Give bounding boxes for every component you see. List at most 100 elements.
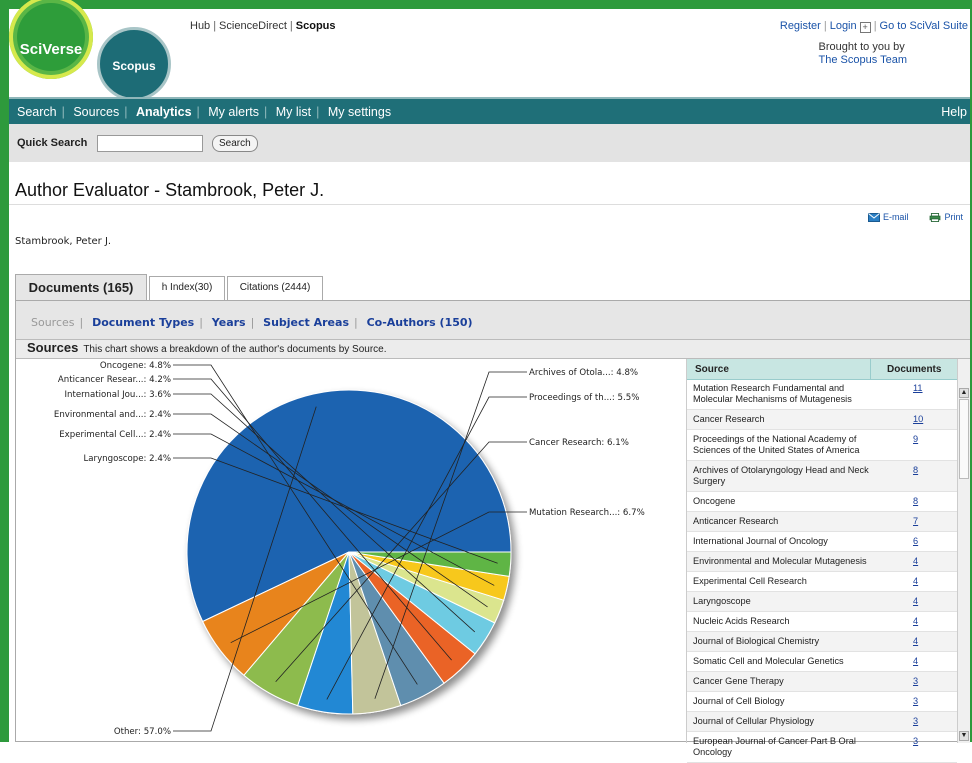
sub-nav: Sources | Document Types | Years | Subject … [16, 301, 970, 339]
page-title: Author Evaluator - Stambrook, Peter J. [15, 180, 325, 200]
slice-label: Laryngoscope: 2.4% [84, 454, 172, 464]
table-row: Somatic Cell and Molecular Genetics 4 [687, 652, 957, 672]
row-doc-count-link[interactable]: 4 [913, 576, 918, 586]
nav-help[interactable]: Help [941, 105, 967, 119]
row-doc-count-link[interactable]: 4 [913, 616, 918, 626]
row-doc-count-link[interactable]: 8 [913, 496, 918, 506]
subnav-co-authors[interactable]: Co-Authors (150) [367, 316, 473, 329]
row-source: Anticancer Research [693, 516, 779, 526]
row-source: Oncogene [693, 496, 736, 506]
register-link[interactable]: Register [780, 20, 821, 32]
row-doc-count-link[interactable]: 4 [913, 636, 918, 646]
source-table-header: Source Documents [687, 359, 957, 380]
slice-label: Environmental and...: 2.4% [54, 410, 171, 420]
row-doc-count-link[interactable]: 11 [913, 383, 923, 393]
subnav-document-types[interactable]: Document Types [92, 316, 194, 329]
row-doc-count-link[interactable]: 4 [913, 596, 918, 606]
scroll-up-icon[interactable]: ▲ [959, 388, 969, 398]
scopus-link[interactable]: Scopus [296, 20, 336, 32]
sciencedirect-link[interactable]: ScienceDirect [219, 20, 287, 32]
slice-label: Oncogene: 4.8% [100, 361, 171, 371]
table-row: Laryngoscope 4 [687, 592, 957, 612]
slice-label: Archives of Otola...: 4.8% [529, 368, 638, 378]
author-name: Stambrook, Peter J. [15, 236, 112, 247]
scroll-down-icon[interactable]: ▼ [959, 731, 969, 741]
table-row: Journal of Cell Biology 3 [687, 692, 957, 712]
row-doc-count-link[interactable]: 3 [913, 736, 918, 746]
scroll-thumb[interactable] [959, 399, 969, 479]
sciverse-logo[interactable] [9, 0, 93, 79]
nav-my-list[interactable]: My list [276, 105, 311, 119]
header: SciVerse Scopus Hub | ScienceDirect | Scopus… [9, 0, 970, 101]
source-table: Source Documents Mutation Research Funda… [686, 359, 971, 763]
row-source: Somatic Cell and Molecular Genetics [693, 656, 844, 666]
nav-search[interactable]: Search [17, 105, 57, 119]
tab-citations[interactable]: Citations (2444) [227, 276, 323, 300]
table-row: Archives of Otolaryngology Head and Neck… [687, 461, 957, 492]
print-action[interactable]: Print [929, 212, 963, 223]
table-row: Experimental Cell Research 4 [687, 572, 957, 592]
row-source: Environmental and Molecular Mutagenesis [693, 556, 867, 566]
row-doc-count-link[interactable]: 7 [913, 516, 918, 526]
email-icon [867, 213, 880, 223]
quick-search-input[interactable] [97, 135, 203, 152]
table-row: Mutation Research Fundamental and Molecu… [687, 379, 957, 410]
plus-box-icon[interactable]: + [859, 22, 871, 33]
section-description: This chart shows a breakdown of the auth… [83, 344, 387, 355]
row-doc-count-link[interactable]: 4 [913, 556, 918, 566]
table-row: Cancer Gene Therapy 3 [687, 672, 957, 692]
email-action[interactable]: E-mail [867, 212, 911, 223]
hub-link[interactable]: Hub [190, 20, 210, 32]
table-scrollbar[interactable]: ▲ ▼ [957, 359, 970, 743]
tab-h-index[interactable]: h Index(30) [149, 276, 225, 300]
row-source: Laryngoscope [693, 596, 751, 606]
title-divider [9, 204, 970, 205]
nav-sources[interactable]: Sources [73, 105, 119, 119]
quick-search-button[interactable]: Search [212, 135, 258, 152]
table-row: Proceedings of the National Academy of S… [687, 430, 957, 461]
row-source: Cancer Gene Therapy [693, 676, 784, 686]
table-row: Anticancer Research 7 [687, 512, 957, 532]
col-documents[interactable]: Documents [887, 364, 941, 375]
pie-slices [186, 389, 512, 715]
subnav-sources: Sources [31, 316, 75, 329]
row-doc-count-link[interactable]: 10 [913, 414, 923, 424]
table-row: Journal of Cellular Physiology 3 [687, 712, 957, 732]
subnav-subject-areas[interactable]: Subject Areas [263, 316, 349, 329]
row-doc-count-link[interactable]: 6 [913, 536, 918, 546]
row-doc-count-link[interactable]: 3 [913, 696, 918, 706]
sources-pie-chart: Other: 57.0% Mutation Research...: 6.7% Ca… [54, 361, 645, 737]
table-row: Cancer Research 10 [687, 410, 957, 430]
scopus-logo-text: Scopus [112, 59, 156, 73]
scopus-team-link[interactable]: The Scopus Team [819, 54, 907, 66]
row-doc-count-link[interactable]: 4 [913, 656, 918, 666]
nav-my-settings[interactable]: My settings [328, 105, 391, 119]
row-doc-count-link[interactable]: 9 [913, 434, 918, 444]
table-row: European Journal of Cancer Part B Oral O… [687, 732, 957, 763]
documents-panel: Sources | Document Types | Years | Subject … [15, 300, 971, 763]
page-actions: E-mail Print [867, 212, 963, 223]
row-source: European Journal of Cancer Part B Oral O… [693, 736, 856, 757]
col-source[interactable]: Source [695, 364, 729, 375]
scival-link[interactable]: Go to SciVal Suite [880, 20, 968, 32]
subnav-years[interactable]: Years [212, 316, 246, 329]
row-source: Journal of Cell Biology [693, 696, 785, 706]
table-row: Environmental and Molecular Mutagenesis 4 [687, 552, 957, 572]
slice-label: Experimental Cell...: 2.4% [59, 430, 171, 440]
row-source: Proceedings of the National Academy of S… [693, 434, 860, 455]
row-doc-count-link[interactable]: 3 [913, 676, 918, 686]
row-doc-count-link[interactable]: 3 [913, 716, 918, 726]
row-doc-count-link[interactable]: 8 [913, 465, 918, 475]
nav-my-alerts[interactable]: My alerts [208, 105, 259, 119]
row-source: Mutation Research Fundamental and Molecu… [693, 383, 852, 404]
row-source: Experimental Cell Research [693, 576, 807, 586]
slice-label: Cancer Research: 6.1% [529, 438, 629, 448]
tab-documents[interactable]: Documents (165) [15, 274, 147, 300]
row-source: Archives of Otolaryngology Head and Neck… [693, 465, 869, 486]
slice-label: Anticancer Resear...: 4.2% [58, 375, 171, 385]
row-source: Journal of Biological Chemistry [693, 636, 820, 646]
sciverse-logo-text: SciVerse [19, 41, 83, 58]
nav-analytics[interactable]: Analytics [136, 105, 192, 119]
login-link[interactable]: Login [830, 20, 857, 32]
account-links: Register | Login + | Go to SciVal Suite [779, 20, 968, 33]
